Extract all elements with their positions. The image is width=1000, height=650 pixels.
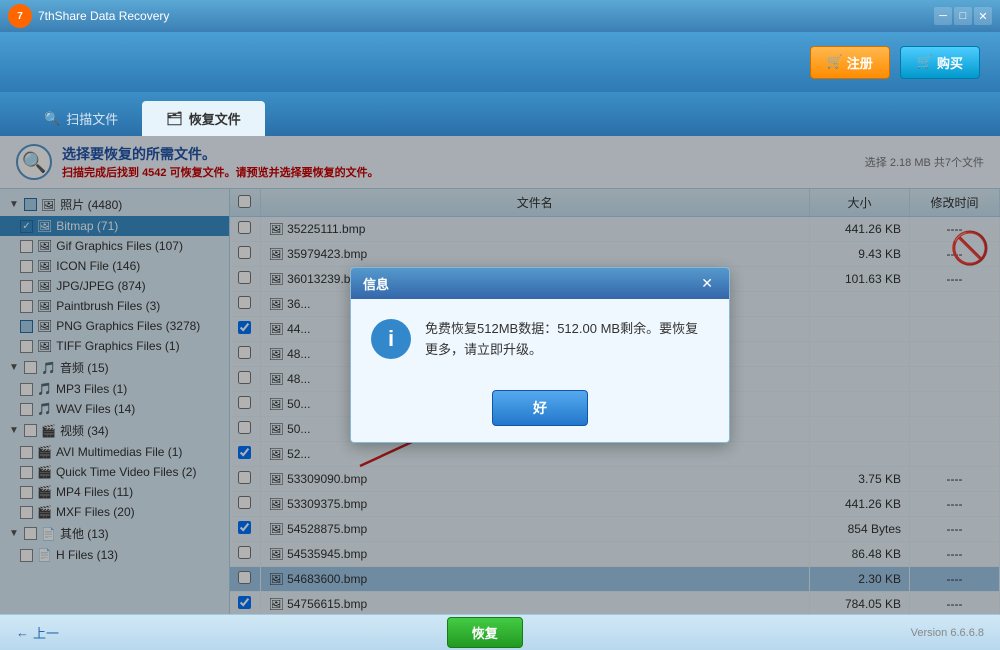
dialog-ok-button[interactable]: 好 — [492, 390, 588, 426]
back-arrow-icon: ← — [16, 625, 29, 640]
dialog-message: 免费恢复512MB数据：512.00 MB剩余。要恢复更多，请立即升级。 — [425, 319, 709, 361]
info-dialog: 信息 ✕ i 免费恢复512MB数据：512.00 MB剩余。要恢复更多，请立即… — [350, 267, 730, 444]
buy-icon: 🛒 — [917, 54, 933, 70]
dialog-title-bar: 信息 ✕ — [351, 268, 729, 299]
version-text: Version 6.6.6.8 — [911, 627, 984, 639]
back-button[interactable]: ← 上一 — [16, 623, 59, 642]
window-controls: ─ □ ✕ — [934, 7, 992, 25]
close-button[interactable]: ✕ — [974, 7, 992, 25]
register-icon: 🛒 — [827, 54, 843, 70]
dialog-footer: 好 — [351, 380, 729, 442]
top-actions-bar: 🛒 注册 🛒 购买 — [0, 32, 1000, 92]
dialog-info-icon: i — [371, 319, 411, 359]
dialog-overlay: 信息 ✕ i 免费恢复512MB数据：512.00 MB剩余。要恢复更多，请立即… — [0, 136, 1000, 614]
register-button[interactable]: 🛒 注册 — [810, 46, 890, 79]
maximize-button[interactable]: □ — [954, 7, 972, 25]
bottom-bar: ← 上一 恢复 Version 6.6.6.8 — [0, 614, 1000, 650]
tabs-area: 🔍 扫描文件 🗂 恢复文件 — [0, 92, 1000, 136]
buy-button[interactable]: 🛒 购买 — [900, 46, 980, 79]
dialog-title: 信息 — [363, 274, 389, 293]
app-title: 7thShare Data Recovery — [38, 9, 934, 23]
minimize-button[interactable]: ─ — [934, 7, 952, 25]
recover-tab-icon: 🗂 — [166, 111, 183, 127]
scan-tab-icon: 🔍 — [44, 111, 60, 127]
tab-scan[interactable]: 🔍 扫描文件 — [20, 101, 142, 136]
restore-button[interactable]: 恢复 — [447, 617, 523, 648]
title-bar: 7 7thShare Data Recovery ─ □ ✕ — [0, 0, 1000, 32]
app-logo: 7 — [8, 4, 32, 28]
dialog-body: i 免费恢复512MB数据：512.00 MB剩余。要恢复更多，请立即升级。 — [351, 299, 729, 381]
tab-recover[interactable]: 🗂 恢复文件 — [142, 101, 265, 136]
dialog-close-button[interactable]: ✕ — [697, 275, 717, 292]
